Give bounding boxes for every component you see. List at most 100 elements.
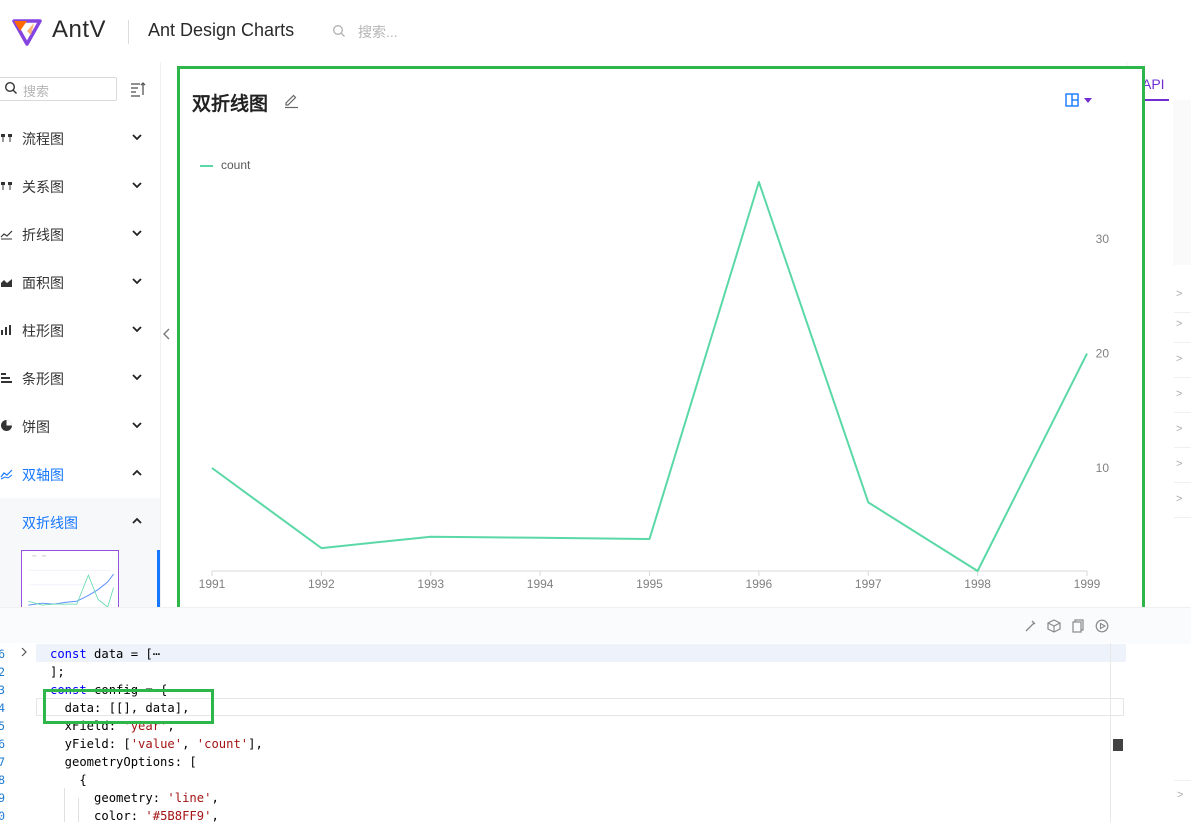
- sidebar-item-label: 饼图: [22, 419, 50, 435]
- y-right-tick-label: 20: [1096, 347, 1110, 361]
- sidebar-item[interactable]: 柱形图: [0, 306, 160, 354]
- code-line[interactable]: 7 geometryOptions: [: [0, 753, 1126, 771]
- header-divider: [128, 20, 129, 44]
- right-panel-row[interactable]: >: [1174, 780, 1191, 811]
- right-panel-row[interactable]: >: [1174, 448, 1191, 483]
- indent-guide: [64, 788, 65, 822]
- area-chart-icon: [0, 275, 13, 288]
- line-chart: 1991 1992 1993 1994 1995 1996 1997 1998 1999 10 20…: [199, 177, 1110, 591]
- sidebar-item[interactable]: 双轴图: [0, 450, 160, 498]
- code-line[interactable]: 6 yField: ['value', 'count'],: [0, 735, 1126, 753]
- code-line[interactable]: 2];: [0, 663, 1126, 681]
- data-point[interactable]: [645, 534, 655, 544]
- sidebar-item[interactable]: 面积图: [0, 258, 160, 306]
- x-tick-label: 1991: [199, 577, 226, 591]
- code-text: const data = [⋯: [50, 647, 161, 661]
- flow-icon: [0, 131, 13, 144]
- x-tick-label: 1993: [417, 577, 444, 591]
- fold-chevron-icon[interactable]: [19, 647, 29, 657]
- x-tick-label: 1995: [636, 577, 663, 591]
- format-icon[interactable]: [1023, 619, 1037, 633]
- right-panel-row[interactable]: >: [1174, 413, 1191, 448]
- right-panel-row[interactable]: >: [1174, 308, 1191, 343]
- data-point[interactable]: [316, 543, 326, 553]
- code-line[interactable]: 6 const data = [⋯: [0, 645, 1126, 663]
- data-point[interactable]: [426, 532, 436, 542]
- header-search-input[interactable]: 搜索...: [358, 22, 398, 42]
- site-title[interactable]: Ant Design Charts: [148, 20, 294, 41]
- y-right-tick-label: 10: [1096, 461, 1110, 475]
- series-line-count[interactable]: [211, 181, 1088, 572]
- chevron-down-icon: [132, 422, 142, 429]
- active-indicator: [157, 550, 160, 607]
- data-point[interactable]: [754, 177, 764, 187]
- chevron-left-icon[interactable]: [162, 326, 172, 342]
- line-number: 8: [0, 773, 5, 787]
- sort-icon[interactable]: [129, 80, 147, 98]
- right-panel-row[interactable]: >: [1174, 483, 1191, 518]
- sidebar-item-label: 双轴图: [22, 467, 64, 483]
- column-chart-icon: [0, 323, 13, 336]
- code-line[interactable]: 0 color: '#5B8FF9',: [0, 807, 1126, 825]
- bar-chart-icon: [0, 371, 13, 384]
- data-point[interactable]: [863, 497, 873, 507]
- chevron-down-icon: [132, 182, 142, 189]
- sidebar-divider: [160, 62, 161, 302]
- tab-api[interactable]: API: [1142, 76, 1165, 92]
- right-panel-row[interactable]: >: [1174, 378, 1191, 413]
- chevron-up-icon: [132, 469, 142, 476]
- code-text: geometryOptions: [: [50, 755, 197, 769]
- sidebar-item-label: 条形图: [22, 371, 64, 387]
- chevron-up-icon: [132, 517, 142, 524]
- chart-thumbnail[interactable]: [21, 550, 119, 610]
- x-tick-label: 1999: [1074, 577, 1101, 591]
- sidebar-item-label: 面积图: [22, 275, 64, 291]
- line-number: 9: [0, 791, 5, 805]
- chevron-down-icon: [132, 230, 142, 237]
- logo-text[interactable]: AntV: [52, 16, 106, 44]
- sidebar-item-label: 关系图: [22, 179, 64, 195]
- y-right-tick-label: 30: [1096, 232, 1110, 246]
- editor-scrollbar-thumb[interactable]: [1113, 739, 1123, 751]
- dual-axes-icon: [0, 467, 13, 480]
- sidebar-item[interactable]: 条形图: [0, 354, 160, 402]
- sidebar-item[interactable]: 关系图: [0, 162, 160, 210]
- code-text: {: [50, 773, 87, 787]
- x-tick-label: 1997: [855, 577, 882, 591]
- codesandbox-icon[interactable]: [1047, 619, 1061, 633]
- line-number: 4: [0, 701, 5, 715]
- chevron-down-icon: [132, 374, 142, 381]
- chevron-down-icon: [132, 278, 142, 285]
- sidebar-item[interactable]: 折线图: [0, 210, 160, 258]
- x-tick-label: 1992: [308, 577, 335, 591]
- run-icon[interactable]: [1095, 619, 1109, 633]
- code-line[interactable]: 8 {: [0, 771, 1126, 789]
- line-number: 6: [0, 737, 5, 751]
- sidebar-item-label: 折线图: [22, 227, 64, 243]
- line-number: 2: [0, 665, 5, 679]
- code-text: yField: ['value', 'count'],: [50, 737, 263, 751]
- sidebar-item[interactable]: 流程图: [0, 114, 160, 162]
- code-highlight-box: [43, 689, 214, 724]
- copy-icon[interactable]: [1071, 619, 1085, 633]
- sidebar-subitem-dual-line[interactable]: 双折线图: [0, 498, 160, 546]
- data-point[interactable]: [1082, 349, 1092, 359]
- sidebar-item-label: 流程图: [22, 131, 64, 147]
- sidebar-subitem-label: 双折线图: [22, 515, 78, 531]
- line-number: 5: [0, 719, 5, 733]
- data-point[interactable]: [973, 566, 983, 576]
- data-point[interactable]: [207, 463, 217, 473]
- sidebar-item[interactable]: 饼图: [0, 402, 160, 450]
- code-text: ];: [50, 665, 65, 679]
- data-point[interactable]: [535, 533, 545, 543]
- antv-logo-icon[interactable]: [12, 17, 42, 47]
- code-text: geometry: 'line',: [50, 791, 219, 805]
- search-icon: [4, 81, 17, 94]
- editor-scrollbar-track: [1110, 643, 1111, 822]
- chevron-down-icon: [132, 326, 142, 333]
- line-chart-icon: [0, 227, 13, 240]
- line-number: 3: [0, 683, 5, 697]
- chevron-down-icon: [132, 134, 142, 141]
- right-panel-row[interactable]: >: [1174, 343, 1191, 378]
- code-line[interactable]: 9 geometry: 'line',: [0, 789, 1126, 807]
